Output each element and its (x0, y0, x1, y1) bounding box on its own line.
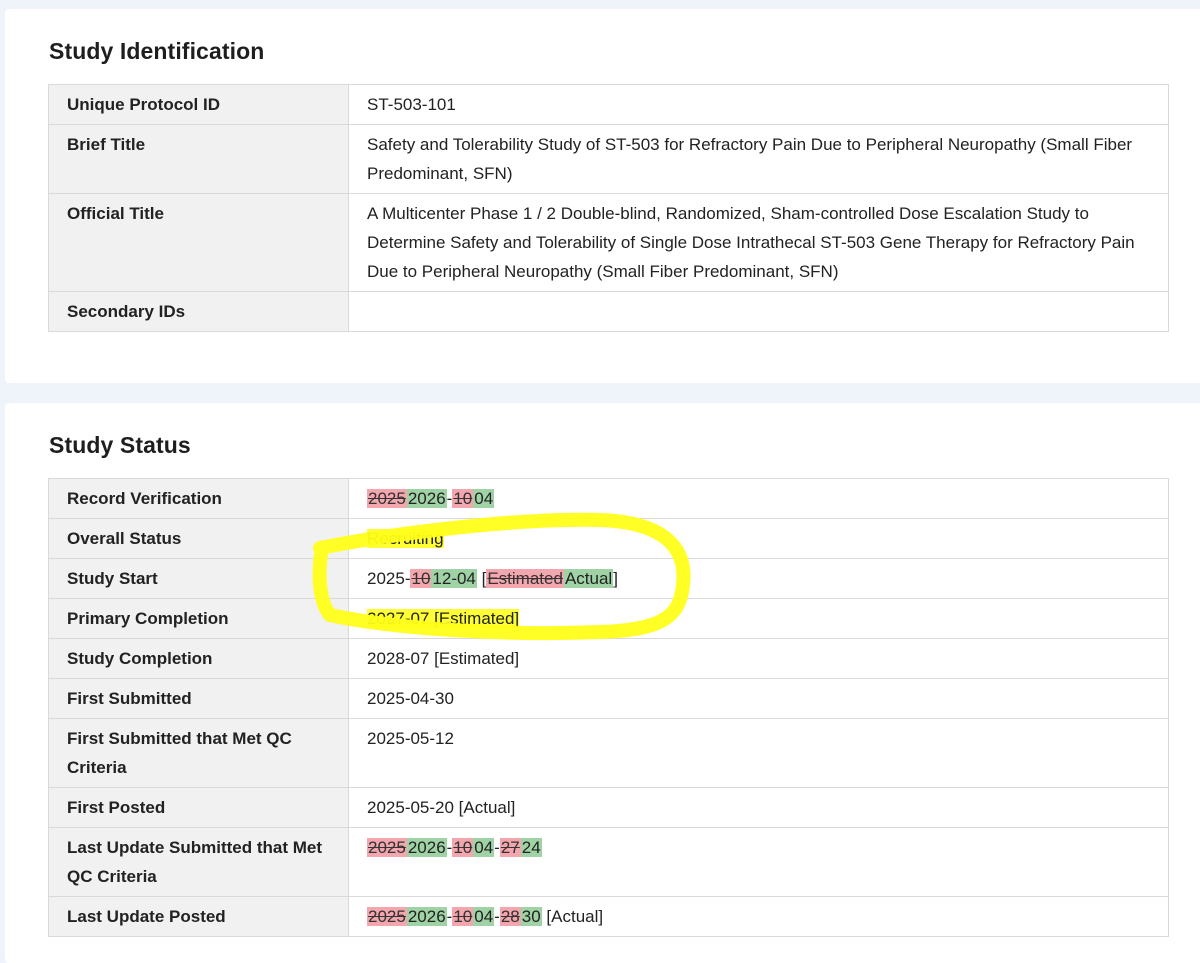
added-text: 30 (520, 907, 542, 926)
row-label: First Submitted that Met QC Criteria (48, 718, 349, 788)
row-label: Study Start (48, 558, 349, 599)
row-label: Primary Completion (48, 598, 349, 639)
row-value: 2025-05-12 (348, 718, 1169, 788)
row-value: 2025 2026-10 04-28 30 [Actual] (348, 896, 1169, 937)
row-value (348, 291, 1169, 332)
row-value: 2027-07 [Estimated] (348, 598, 1169, 639)
bracket-close: ] (613, 569, 618, 588)
added-text: 2026 (406, 489, 447, 508)
added-text: 2026 (406, 838, 447, 857)
table-row: First Submitted 2025-04-30 (48, 678, 1169, 719)
date-prefix: 2025- (367, 569, 411, 588)
removed-text: 27 (499, 838, 521, 857)
study-identification-section: Study Identification Unique Protocol ID … (5, 9, 1200, 383)
removed-text: 10 (410, 569, 432, 588)
table-row: Primary Completion 2027-07 [Estimated] (48, 598, 1169, 639)
table-row: Brief Title Safety and Tolerability Stud… (48, 124, 1169, 194)
bracket-open: [ (476, 569, 487, 588)
identification-table: Unique Protocol ID ST-503-101 Brief Titl… (48, 84, 1169, 332)
row-value: A Multicenter Phase 1 / 2 Double-blind, … (348, 193, 1169, 292)
row-value: ST-503-101 (348, 84, 1169, 125)
row-value: 2025 2026-10 04 (348, 478, 1169, 519)
row-label: Last Update Posted (48, 896, 349, 937)
table-row: Study Completion 2028-07 [Estimated] (48, 638, 1169, 679)
table-row: Last Update Posted 2025 2026-10 04-28 30 [A… (48, 896, 1169, 937)
table-row: Study Start 2025-10 12-04 [Estimated Actua… (48, 558, 1169, 599)
table-row: Secondary IDs (48, 291, 1169, 332)
added-text: 24 (520, 838, 542, 857)
row-label: First Submitted (48, 678, 349, 719)
removed-text: 2025 (367, 838, 407, 857)
removed-text: 10 (452, 838, 474, 857)
removed-text: 10 (452, 907, 474, 926)
row-value: Safety and Tolerability Study of ST-503 … (348, 124, 1169, 194)
added-text: 12-04 (431, 569, 477, 588)
row-label: Brief Title (48, 124, 349, 194)
removed-text: 2025 (367, 907, 407, 926)
highlighted-text: Recruiting (367, 529, 444, 548)
added-text: Actual (563, 569, 614, 588)
removed-text: Estimated (486, 569, 564, 588)
row-label: Unique Protocol ID (48, 84, 349, 125)
added-text: 04 (473, 489, 495, 508)
section-heading: Study Identification (49, 38, 265, 64)
table-row: Unique Protocol ID ST-503-101 (48, 84, 1169, 125)
table-row: First Posted 2025-05-20 [Actual] (48, 787, 1169, 828)
removed-text: 2025 (367, 489, 407, 508)
added-text: 04 (473, 838, 495, 857)
row-value: 2025-04-30 (348, 678, 1169, 719)
highlighted-text: 2027-07 [Estimated] (367, 609, 520, 628)
removed-text: 28 (499, 907, 521, 926)
row-label: Last Update Submitted that Met QC Criter… (48, 827, 349, 897)
separator: - (494, 907, 500, 926)
row-value: 2025 2026-10 04-27 24 (348, 827, 1169, 897)
separator: - (494, 838, 500, 857)
row-label: Secondary IDs (48, 291, 349, 332)
study-status-section: Study Status Record Verification 2025 202… (5, 403, 1200, 963)
row-value: 2028-07 [Estimated] (348, 638, 1169, 679)
row-label: Record Verification (48, 478, 349, 519)
status-suffix: [Actual] (541, 907, 604, 926)
status-table: Record Verification 2025 2026-10 04 Overal… (48, 478, 1169, 937)
added-text: 04 (473, 907, 495, 926)
row-value: 2025-05-20 [Actual] (348, 787, 1169, 828)
row-label: First Posted (48, 787, 349, 828)
row-label: Overall Status (48, 518, 349, 559)
table-row: Official Title A Multicenter Phase 1 / 2… (48, 193, 1169, 292)
row-label: Official Title (48, 193, 349, 292)
table-row: Overall Status Recruiting (48, 518, 1169, 559)
row-value: Recruiting (348, 518, 1169, 559)
row-value: 2025-10 12-04 [Estimated Actual] (348, 558, 1169, 599)
removed-text: 10 (452, 489, 474, 508)
table-row: Record Verification 2025 2026-10 04 (48, 478, 1169, 519)
table-row: First Submitted that Met QC Criteria 202… (48, 718, 1169, 788)
section-heading: Study Status (49, 432, 191, 458)
added-text: 2026 (406, 907, 447, 926)
table-row: Last Update Submitted that Met QC Criter… (48, 827, 1169, 897)
row-label: Study Completion (48, 638, 349, 679)
